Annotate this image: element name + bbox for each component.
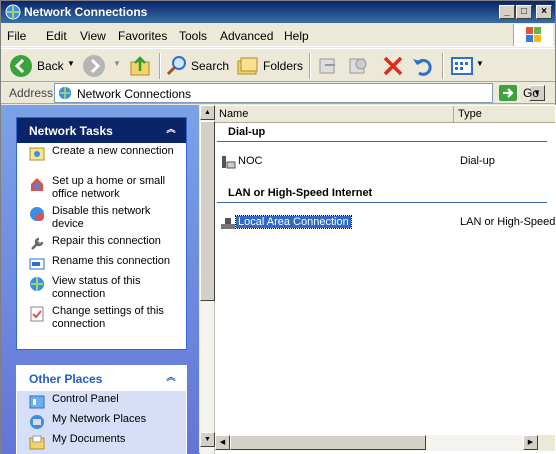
windows-logo-icon (513, 24, 553, 46)
toolbar-separator (309, 53, 311, 79)
status-icon (29, 276, 45, 292)
address-value: Network Connections (77, 87, 192, 101)
vertical-scrollbar[interactable]: ▲ ▼ (200, 105, 215, 454)
horizontal-scrollbar[interactable]: ◀ ▶ (215, 435, 555, 451)
folders-button-label[interactable]: Folders (263, 59, 303, 73)
group-lan-title: LAN or High-Speed Internet (228, 187, 373, 199)
scroll-left-arrow-icon[interactable]: ◀ (215, 435, 230, 450)
group-dialup-title: Dial-up (228, 126, 266, 138)
rename-icon (29, 256, 45, 272)
up-folder-icon[interactable] (128, 54, 152, 78)
disable-device-icon (29, 206, 45, 222)
views-dropdown-chevron-icon[interactable]: ▼ (476, 59, 484, 68)
collapse-chevron-icon[interactable]: ︽ (164, 123, 178, 137)
search-button-label[interactable]: Search (191, 59, 229, 73)
menu-advanced[interactable]: Advanced (220, 29, 273, 43)
settings-icon (29, 306, 45, 322)
menu-edit[interactable]: Edit (46, 29, 67, 43)
connection-item-noc[interactable]: NOC Dial-up (220, 153, 550, 171)
maximize-button[interactable]: □ (516, 5, 532, 19)
connections-list-pane: ▲ ▼ Name Type Dial-up NOC Dial-up LAN or… (200, 105, 556, 454)
back-button-label[interactable]: Back (37, 59, 64, 73)
network-connections-icon (5, 4, 21, 20)
toolbar: Back ▼ ▼ Search Folders ▼ (1, 48, 555, 82)
column-type[interactable]: Type (454, 106, 556, 123)
connection-type: LAN or High-Speed (460, 216, 556, 228)
repair-icon (29, 236, 45, 252)
group-divider (217, 141, 547, 142)
connection-name: NOC (238, 155, 263, 167)
back-dropdown-chevron-icon[interactable]: ▼ (67, 59, 75, 68)
window-title: Network Connections (24, 5, 148, 19)
task-pane: Network Tasks ︽ Create a new connection … (1, 105, 199, 454)
group-divider (217, 202, 547, 203)
dialup-modem-icon (220, 154, 236, 170)
column-headers: Name Type (215, 106, 555, 123)
undo-icon[interactable] (411, 54, 435, 78)
other-places-box: Other Places ︽ Control Panel My Network … (16, 365, 187, 454)
delete-icon[interactable] (381, 54, 405, 78)
title-bar[interactable]: Network Connections _ □ × (1, 1, 555, 23)
forward-arrow-icon[interactable] (82, 54, 106, 78)
other-places-title: Other Places (29, 372, 103, 386)
address-bar: Address Network Connections ▼ Go (1, 82, 555, 104)
toolbar-separator (159, 53, 161, 79)
forward-dropdown-chevron-icon[interactable]: ▼ (113, 59, 121, 68)
search-icon[interactable] (165, 54, 189, 78)
go-button-label[interactable]: Go (523, 86, 539, 100)
network-places-icon (29, 414, 45, 430)
network-tasks-title: Network Tasks (29, 124, 113, 138)
scroll-right-arrow-icon[interactable]: ▶ (523, 435, 538, 450)
toolbar-separator (442, 53, 444, 79)
views-icon[interactable] (450, 54, 474, 78)
folders-icon[interactable] (236, 54, 260, 78)
connection-item-local-area[interactable]: Local Area Connection LAN or High-Speed (220, 214, 555, 232)
menu-view[interactable]: View (80, 29, 106, 43)
collapse-chevron-icon[interactable]: ︽ (164, 371, 178, 385)
explorer-window: Network Connections _ □ × File Edit View… (0, 0, 556, 454)
move-to-icon[interactable] (317, 54, 339, 78)
menu-favorites[interactable]: Favorites (118, 29, 167, 43)
scroll-thumb[interactable] (200, 121, 215, 301)
address-label: Address (9, 86, 54, 100)
minimize-button[interactable]: _ (499, 5, 515, 19)
scrollbar-corner (538, 435, 555, 451)
address-input[interactable]: Network Connections ▼ (54, 83, 545, 103)
menu-tools[interactable]: Tools (179, 29, 207, 43)
close-button[interactable]: × (536, 5, 552, 19)
menu-help[interactable]: Help (284, 29, 309, 43)
control-panel-icon (29, 394, 45, 410)
network-tasks-header[interactable]: Network Tasks ︽ (17, 118, 186, 143)
home-network-icon (29, 176, 45, 192)
documents-icon (29, 434, 45, 450)
connection-type: Dial-up (460, 155, 495, 167)
scroll-down-arrow-icon[interactable]: ▼ (200, 432, 215, 447)
go-arrow-icon[interactable] (498, 84, 518, 102)
network-tasks-box: Network Tasks ︽ Create a new connection … (16, 117, 187, 350)
menu-file[interactable]: File (7, 29, 26, 43)
other-places-header[interactable]: Other Places ︽ (17, 366, 186, 391)
new-connection-icon (29, 146, 45, 162)
menu-bar: File Edit View Favorites Tools Advanced … (1, 24, 555, 47)
horizontal-scroll-thumb[interactable] (230, 435, 426, 450)
lan-connection-icon (220, 215, 236, 231)
copy-to-icon[interactable] (347, 54, 369, 78)
scroll-up-arrow-icon[interactable]: ▲ (200, 105, 215, 120)
connection-name: Local Area Connection (235, 215, 352, 229)
column-name[interactable]: Name (215, 106, 454, 123)
network-connections-icon (58, 86, 72, 100)
back-arrow-icon[interactable] (9, 54, 33, 78)
